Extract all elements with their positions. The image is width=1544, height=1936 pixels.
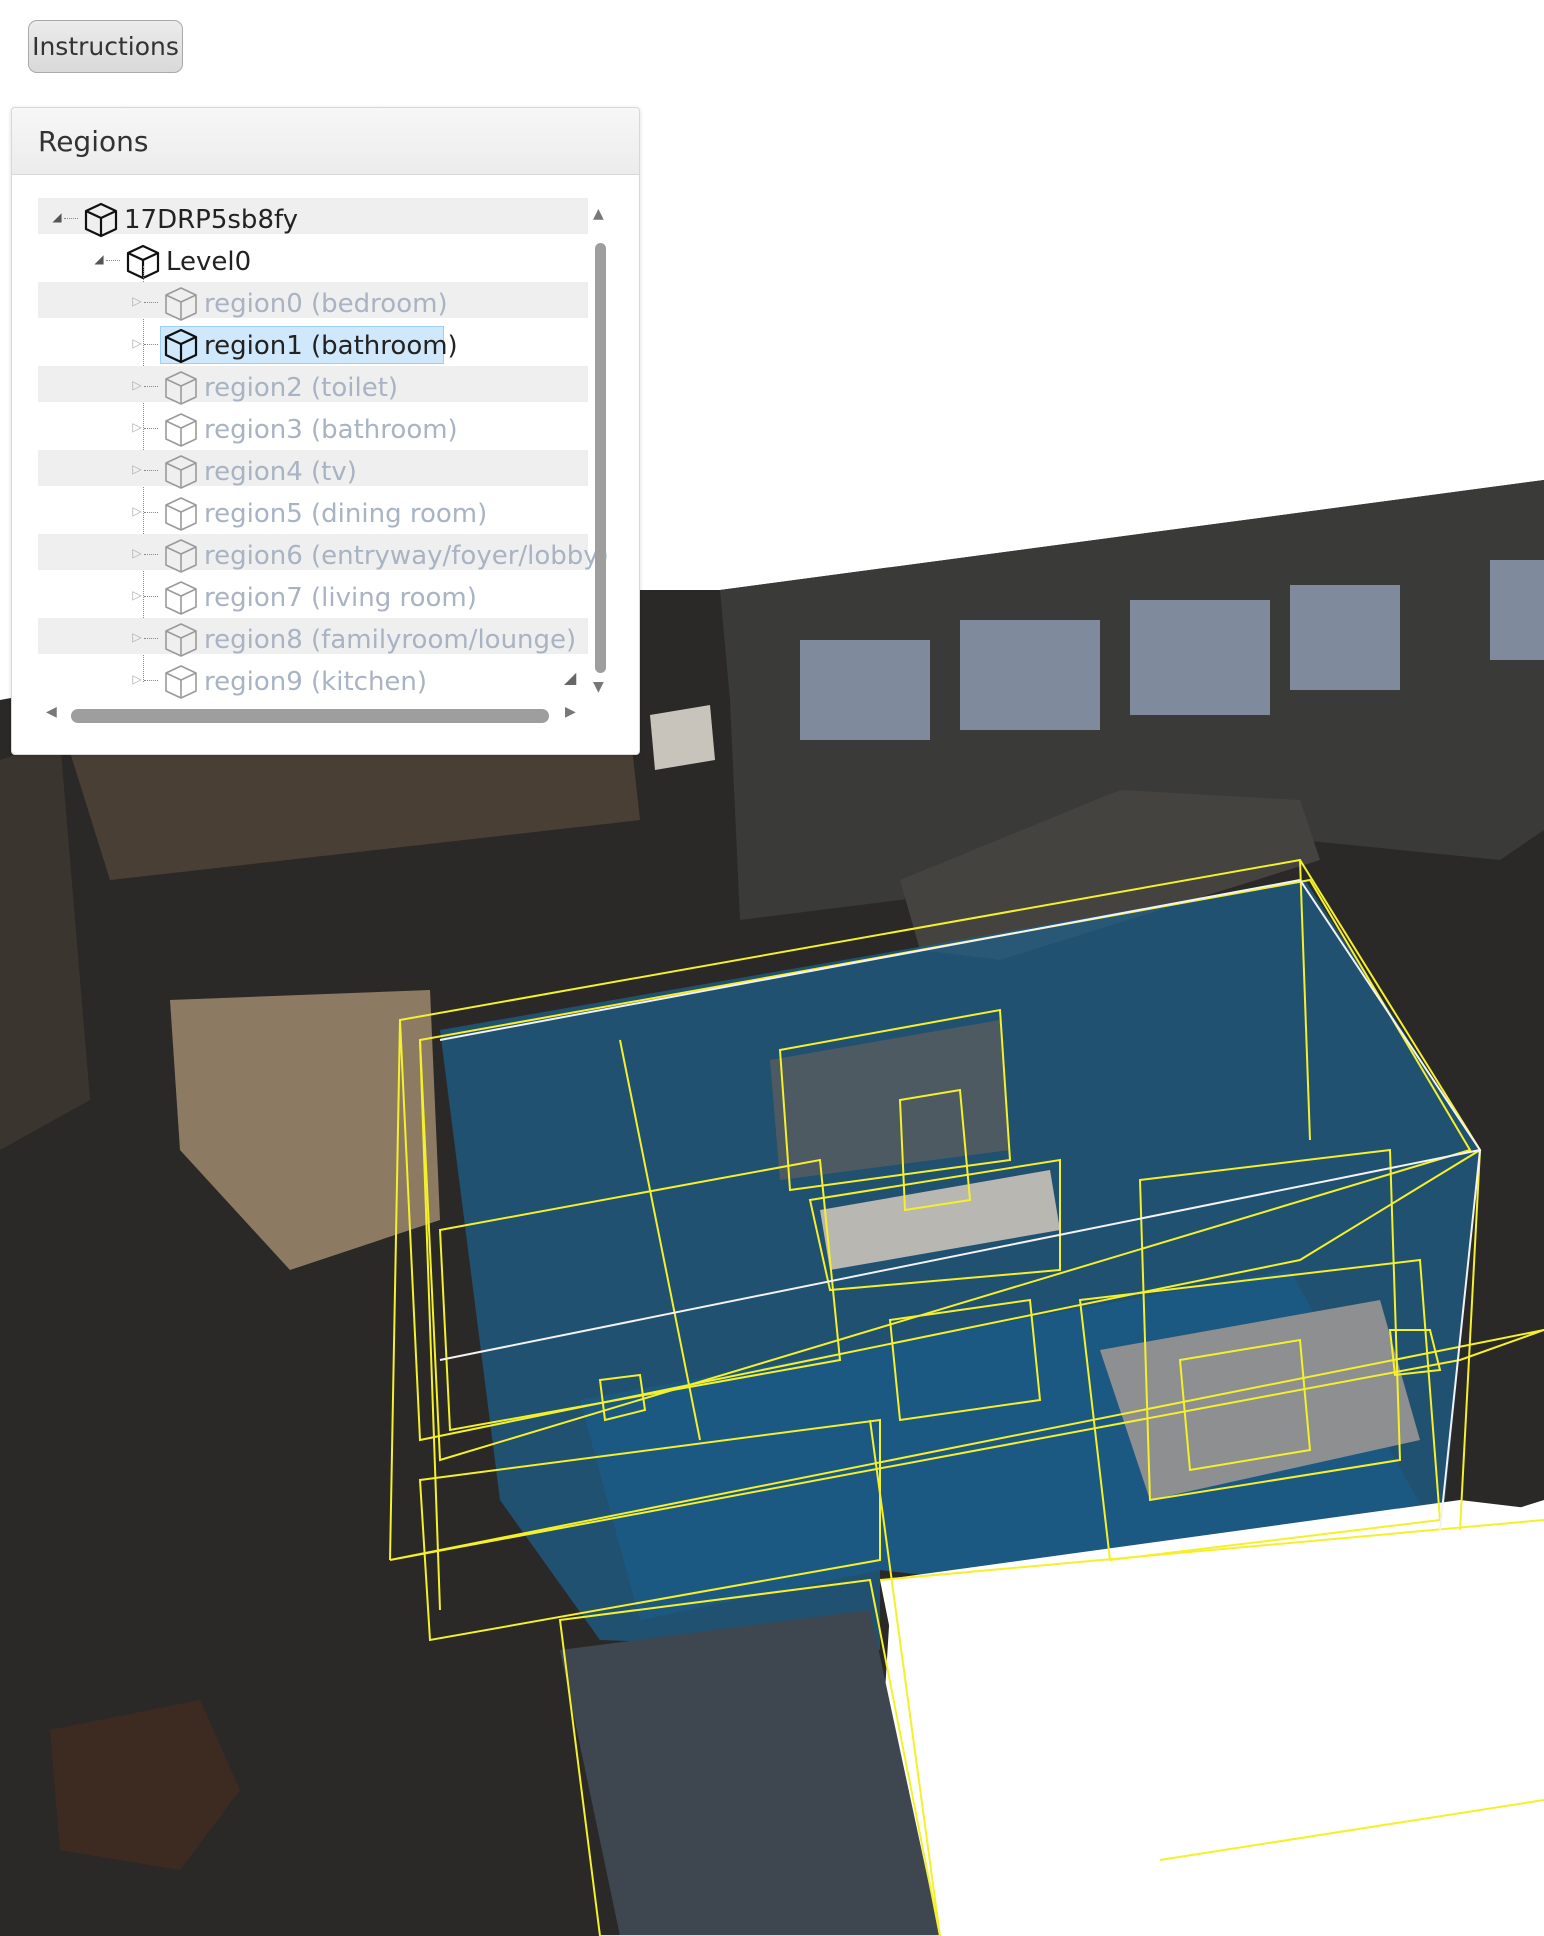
collapse-toggle-icon[interactable]: ▷ [130, 588, 144, 602]
tree-connector [144, 596, 158, 597]
resize-grip-icon[interactable]: ◢ [564, 668, 576, 687]
cube-icon [162, 327, 200, 365]
scroll-up-arrow[interactable]: ▲ [593, 206, 604, 222]
tree-connector [144, 302, 158, 303]
collapse-toggle-icon[interactable]: ▷ [130, 378, 144, 392]
tree-connector [144, 428, 158, 429]
lamp [650, 705, 715, 770]
collapse-toggle-icon[interactable]: ▷ [130, 336, 144, 350]
cube-icon [162, 495, 200, 533]
tree-node-region2[interactable]: region2 (toilet) [204, 370, 398, 406]
cube-icon [82, 201, 120, 239]
tree-node-region1[interactable]: region1 (bathroom) [204, 328, 458, 364]
tree-node-region6[interactable]: region6 (entryway/foyer/lobby) [204, 538, 609, 574]
scroll-down-arrow[interactable]: ▼ [593, 679, 604, 695]
tree-node-region9[interactable]: region9 (kitchen) [204, 664, 427, 700]
collapse-toggle-icon[interactable]: ▷ [130, 630, 144, 644]
tree-node-region7[interactable]: region7 (living room) [204, 580, 477, 616]
collapse-toggle-icon[interactable]: ▷ [130, 504, 144, 518]
tree-node-region8[interactable]: region8 (familyroom/lounge) [204, 622, 576, 658]
scroll-right-arrow[interactable]: ▶ [565, 704, 576, 720]
tree-connector [144, 680, 158, 681]
vertical-scrollbar-thumb[interactable] [595, 243, 606, 673]
tree-node-region0[interactable]: region0 (bedroom) [204, 286, 448, 322]
panel-title: Regions [38, 125, 149, 158]
collapse-toggle-icon[interactable]: ▷ [130, 546, 144, 560]
expand-toggle-icon[interactable]: ◢ [92, 252, 106, 266]
tree-connector [144, 386, 158, 387]
tree-node-level0[interactable]: Level0 [166, 244, 251, 280]
panel-header: Regions [12, 108, 639, 175]
tree-node-region5[interactable]: region5 (dining room) [204, 496, 487, 532]
tree-node-region4[interactable]: region4 (tv) [204, 454, 357, 490]
cube-icon [162, 621, 200, 659]
tree-node-region3[interactable]: region3 (bathroom) [204, 412, 458, 448]
tree-connector [106, 260, 120, 261]
tree-connector [144, 554, 158, 555]
cube-icon [162, 411, 200, 449]
regions-panel: Regions ◢ 17DRP5sb8fy ◢ Level0 ▷ region0 (bed… [11, 107, 640, 755]
tree-connector [144, 470, 158, 471]
tree-connector [144, 344, 158, 345]
cube-icon [162, 663, 200, 701]
cube-icon [162, 369, 200, 407]
instructions-button[interactable]: Instructions [28, 20, 183, 73]
tree-node-root[interactable]: 17DRP5sb8fy [124, 202, 298, 238]
collapse-toggle-icon[interactable]: ▷ [130, 294, 144, 308]
horizontal-scrollbar-thumb[interactable] [71, 709, 549, 723]
collapse-toggle-icon[interactable]: ▷ [130, 462, 144, 476]
tree-connector [144, 638, 158, 639]
tree-row-stripe [38, 198, 588, 234]
collapse-toggle-icon[interactable]: ▷ [130, 420, 144, 434]
scroll-left-arrow[interactable]: ◀ [46, 704, 57, 720]
cube-icon [162, 285, 200, 323]
tree-connector [64, 218, 78, 219]
expand-toggle-icon[interactable]: ◢ [50, 210, 64, 224]
cube-icon [162, 537, 200, 575]
tree-connector [144, 512, 158, 513]
cube-icon [162, 579, 200, 617]
collapse-toggle-icon[interactable]: ▷ [130, 672, 144, 686]
cube-icon [162, 453, 200, 491]
